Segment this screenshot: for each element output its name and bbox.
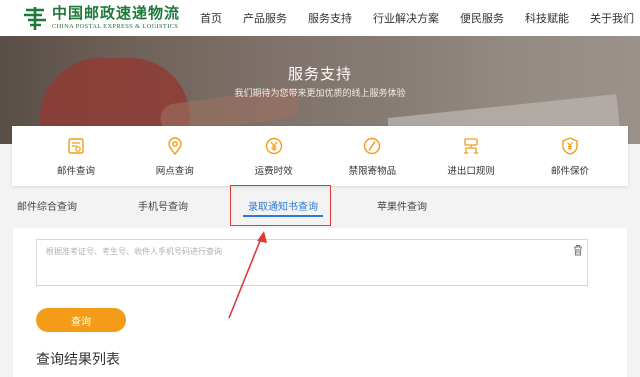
service-shortcuts: 邮件查询 网点查询 运费时效 禁限寄物品 进出口规则 邮件保价 xyxy=(12,126,628,186)
service-import-export-rules[interactable]: 进出口规则 xyxy=(431,136,511,177)
logo-chinese-name: 中国邮政速递物流 xyxy=(52,3,181,22)
tab-apple-parcel-query[interactable]: 苹果件查询 xyxy=(377,198,427,213)
banner-subtitle: 我们期待为您带来更加优质的线上服务体验 xyxy=(234,89,406,99)
query-button[interactable]: 查询 xyxy=(36,308,126,332)
query-textarea[interactable]: 根据准考证号、考生号、收件人手机号码进行查询 xyxy=(36,239,588,286)
nav-item-products[interactable]: 产品服务 xyxy=(243,10,287,26)
annotation-highlight-box xyxy=(230,185,331,226)
tab-phone-query[interactable]: 手机号查询 xyxy=(138,198,188,213)
nav-item-solutions[interactable]: 行业解决方案 xyxy=(373,10,439,26)
tab-comprehensive-query[interactable]: 邮件综合查询 xyxy=(17,198,77,213)
service-label: 禁限寄物品 xyxy=(348,165,397,177)
nav-item-home[interactable]: 首页 xyxy=(200,10,222,26)
china-post-logo[interactable]: 中国邮政速递物流 CHINA POSTAL EXPRESS & LOGISTIC… xyxy=(22,2,180,34)
location-pin-icon xyxy=(168,136,182,155)
service-label: 邮件保价 xyxy=(550,165,589,177)
prohibited-icon xyxy=(364,137,381,154)
trash-icon[interactable] xyxy=(573,244,583,256)
service-prohibited-items[interactable]: 禁限寄物品 xyxy=(332,136,412,177)
yen-shield-icon xyxy=(562,136,578,155)
service-freight-time[interactable]: 运费时效 xyxy=(234,136,314,177)
nav-item-technology[interactable]: 科技赋能 xyxy=(525,10,569,26)
nav-item-convenience[interactable]: 便民服务 xyxy=(460,10,504,26)
service-label: 邮件查询 xyxy=(56,165,95,177)
logo-english-name: CHINA POSTAL EXPRESS & LOGISTICS xyxy=(52,22,179,30)
nav-item-about[interactable]: 关于我们 xyxy=(590,10,634,26)
nav-item-support[interactable]: 服务支持 xyxy=(308,10,352,26)
main-nav: 首页 产品服务 服务支持 行业解决方案 便民服务 科技赋能 关于我们 xyxy=(200,0,640,36)
query-placeholder: 根据准考证号、考生号、收件人手机号码进行查询 xyxy=(46,247,222,256)
china-post-emblem-icon xyxy=(24,7,46,30)
results-list-title: 查询结果列表 xyxy=(36,352,120,368)
yen-coin-icon xyxy=(265,137,282,154)
service-label: 网点查询 xyxy=(155,165,194,177)
mail-search-icon xyxy=(68,137,84,154)
service-label: 进出口规则 xyxy=(447,165,495,177)
banner-title: 服务支持 xyxy=(287,65,352,83)
service-mail-insurance[interactable]: 邮件保价 xyxy=(530,136,610,177)
top-navigation-bar: 中国邮政速递物流 CHINA POSTAL EXPRESS & LOGISTIC… xyxy=(0,0,640,36)
service-outlet-query[interactable]: 网点查询 xyxy=(135,136,215,177)
customs-rules-icon xyxy=(464,137,479,154)
service-mail-query[interactable]: 邮件查询 xyxy=(36,136,116,177)
service-label: 运费时效 xyxy=(254,165,293,177)
